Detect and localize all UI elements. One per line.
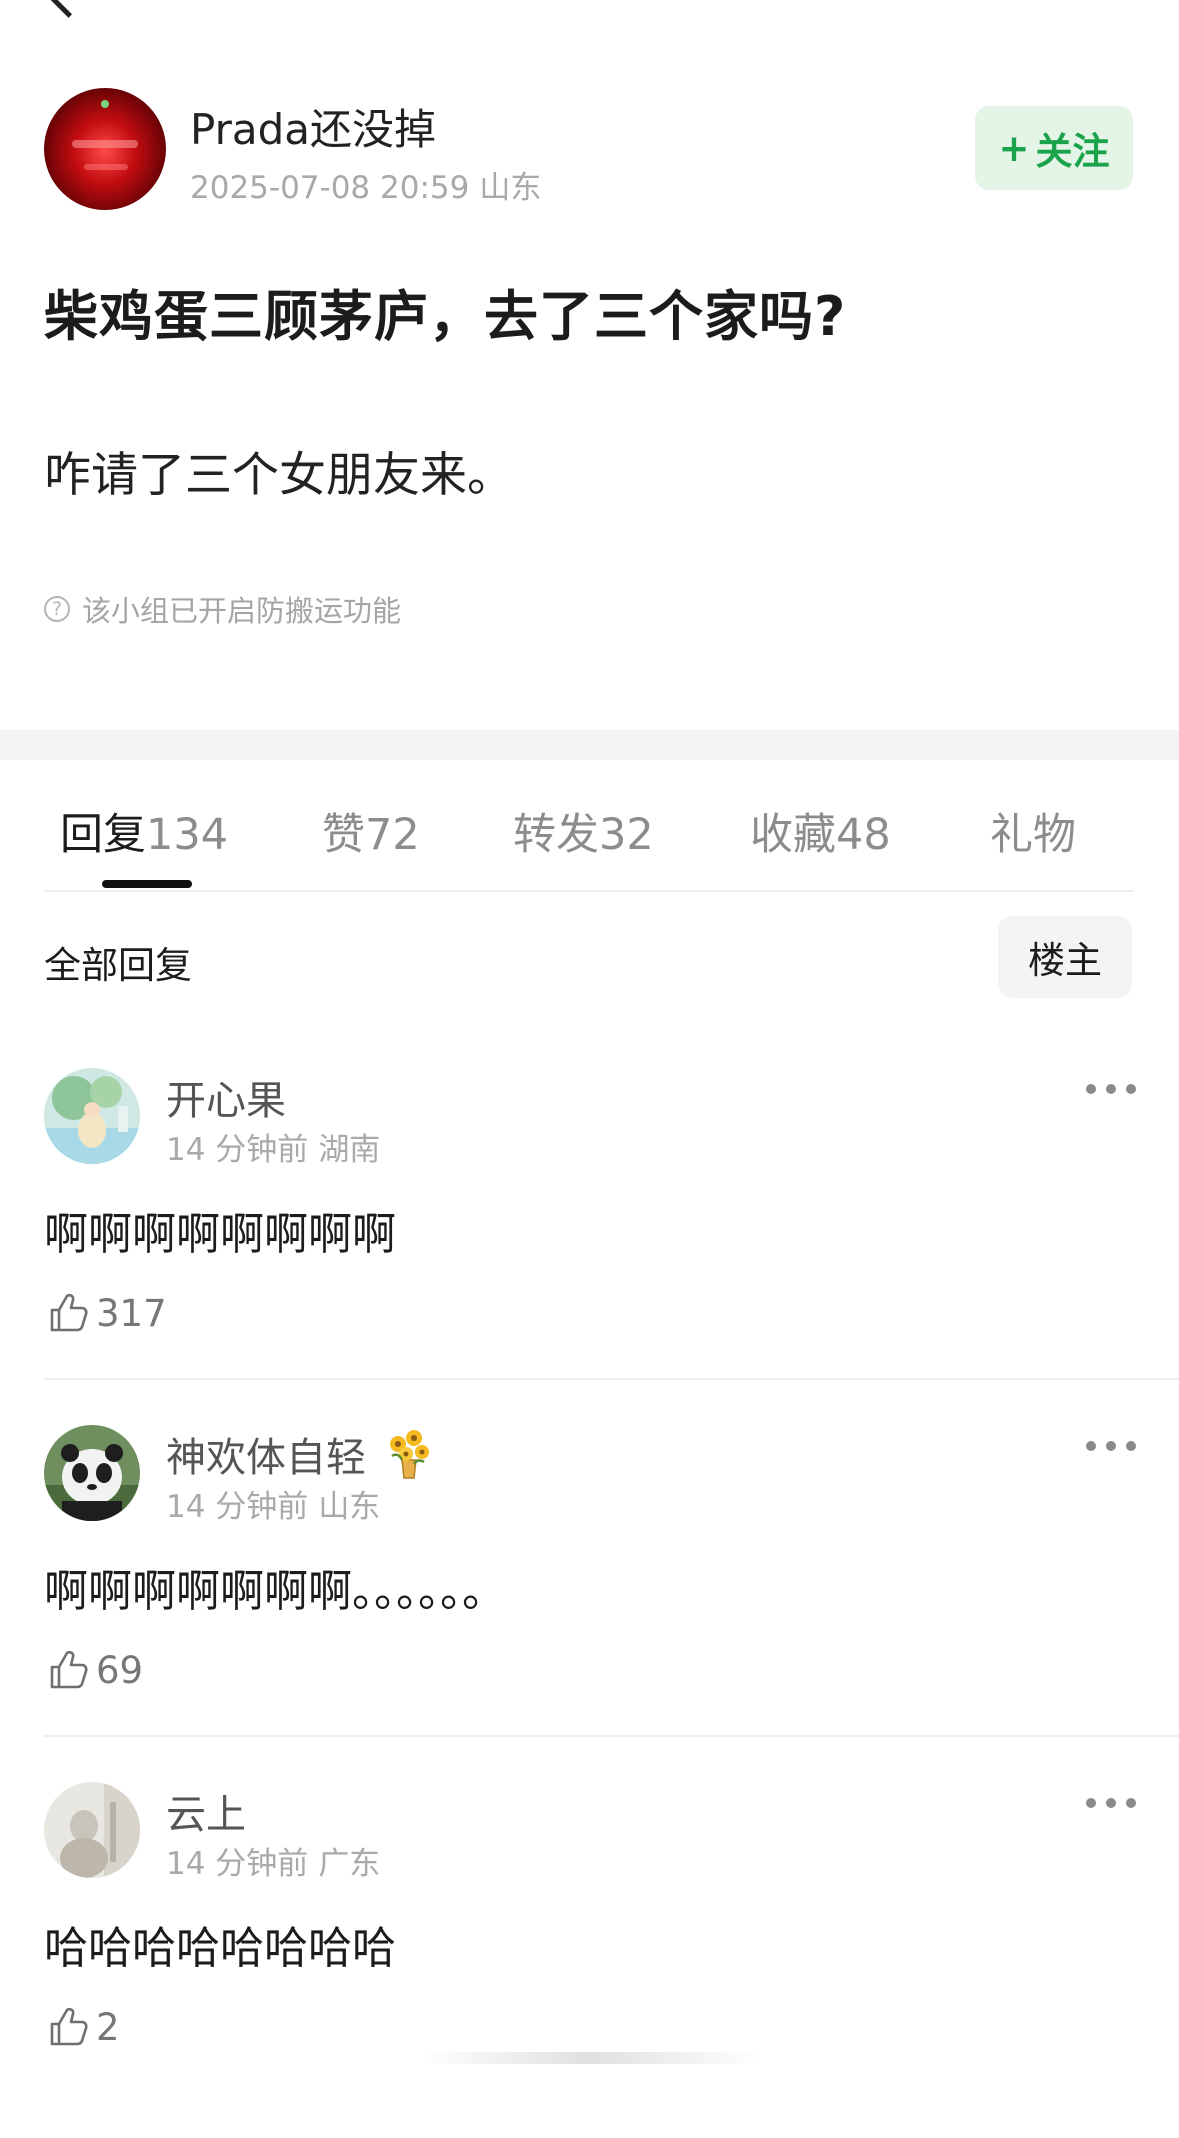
comment-item: 神欢体自轻 14 分钟前 山东 啊啊啊啊啊啊啊。。。。。。 69 — [0, 1425, 1179, 1781]
more-options-icon[interactable] — [1086, 1441, 1136, 1455]
tab-count: 72 — [365, 810, 420, 860]
anti-repost-notice: ? 该小组已开启防搬运功能 — [44, 588, 401, 630]
comment-separator — [44, 1378, 1179, 1380]
comment-location: 广东 — [318, 1846, 381, 1882]
tab-label: 转发 — [513, 810, 599, 860]
author-name[interactable]: Prada还没掉 — [190, 96, 436, 157]
commenter-name[interactable]: 云上 — [166, 1782, 246, 1840]
commenter-avatar[interactable] — [44, 1068, 140, 1164]
interaction-tabs: 回复134 赞72 转发32 收藏48 礼物 — [0, 780, 1179, 890]
follow-button[interactable]: + 关注 — [975, 106, 1133, 190]
like-button[interactable]: 317 — [46, 1290, 167, 1336]
comment-time: 14 分钟前 — [166, 1132, 309, 1168]
tab-favorites[interactable]: 收藏48 — [750, 800, 891, 862]
author-avatar[interactable] — [44, 88, 166, 210]
post-datetime: 2025-07-08 20:59 — [190, 170, 470, 206]
comment-text: 啊啊啊啊啊啊啊啊 — [44, 1209, 396, 1260]
comment-item: 云上 14 分钟前 广东 哈哈哈哈哈哈哈哈 2 — [0, 1782, 1179, 2138]
post-header: Prada还没掉 2025-07-08 20:59 山东 + 关注 — [0, 80, 1179, 220]
tab-label: 回复 — [60, 810, 146, 860]
tabs-underline — [44, 890, 1134, 892]
comment-meta: 14 分钟前 湖南 — [166, 1124, 380, 1169]
question-mark-icon: ? — [44, 596, 70, 622]
commenter-name[interactable]: 开心果 — [166, 1068, 286, 1126]
tab-gifts[interactable]: 礼物 — [990, 800, 1076, 862]
comment-meta: 14 分钟前 山东 — [166, 1481, 380, 1526]
tab-label: 礼物 — [990, 810, 1076, 860]
like-count: 69 — [96, 1648, 144, 1692]
post-meta: 2025-07-08 20:59 山东 — [190, 162, 541, 207]
bottom-fade — [420, 2052, 760, 2064]
section-divider — [0, 730, 1179, 760]
tab-count: 32 — [599, 810, 654, 860]
tab-label: 收藏 — [750, 810, 836, 860]
post-title: 柴鸡蛋三顾茅庐，去了三个家吗? — [44, 285, 847, 348]
comment-time: 14 分钟前 — [166, 1846, 309, 1882]
more-options-icon[interactable] — [1086, 1798, 1136, 1812]
plus-icon: + — [998, 126, 1030, 170]
tab-count: 48 — [836, 810, 891, 860]
like-button[interactable]: 69 — [46, 1647, 143, 1693]
comment-text: 哈哈哈哈哈哈哈哈 — [44, 1923, 396, 1974]
like-count: 2 — [96, 2005, 120, 2049]
comment-time: 14 分钟前 — [166, 1489, 309, 1525]
back-icon[interactable] — [45, 0, 92, 18]
comment-location: 湖南 — [318, 1132, 381, 1168]
op-only-button[interactable]: 楼主 — [998, 916, 1132, 998]
comment-item: 开心果 14 分钟前 湖南 啊啊啊啊啊啊啊啊 317 — [0, 1068, 1179, 1424]
all-replies-label: 全部回复 — [44, 944, 192, 987]
like-button[interactable]: 2 — [46, 2004, 120, 2050]
follow-label: 关注 — [1035, 130, 1110, 173]
tab-replies[interactable]: 回复134 — [60, 800, 228, 862]
active-tab-indicator — [102, 880, 192, 888]
comment-text: 啊啊啊啊啊啊啊。。。。。。 — [44, 1566, 506, 1617]
comment-separator — [44, 1735, 1179, 1737]
thumbs-up-icon — [50, 1650, 88, 1689]
commenter-name[interactable]: 神欢体自轻 — [166, 1425, 436, 1483]
tab-label: 赞 — [322, 810, 365, 860]
commenter-name-text: 神欢体自轻 — [166, 1435, 366, 1481]
thumbs-up-icon — [50, 1293, 88, 1332]
tab-count: 134 — [146, 810, 229, 860]
comment-location: 山东 — [318, 1489, 381, 1525]
commenter-avatar[interactable] — [44, 1425, 140, 1521]
tab-likes[interactable]: 赞72 — [322, 800, 420, 862]
like-count: 317 — [96, 1291, 167, 1335]
more-options-icon[interactable] — [1086, 1084, 1136, 1098]
post-body: 咋请了三个女朋友来。 — [44, 448, 514, 503]
thumbs-up-icon — [50, 2007, 88, 2046]
commenter-avatar[interactable] — [44, 1782, 140, 1878]
comment-meta: 14 分钟前 广东 — [166, 1838, 380, 1883]
sunflower-vase-icon — [390, 1430, 429, 1479]
tab-reposts[interactable]: 转发32 — [513, 800, 654, 862]
post-location: 山东 — [479, 170, 542, 206]
notice-text: 该小组已开启防搬运功能 — [82, 594, 402, 628]
